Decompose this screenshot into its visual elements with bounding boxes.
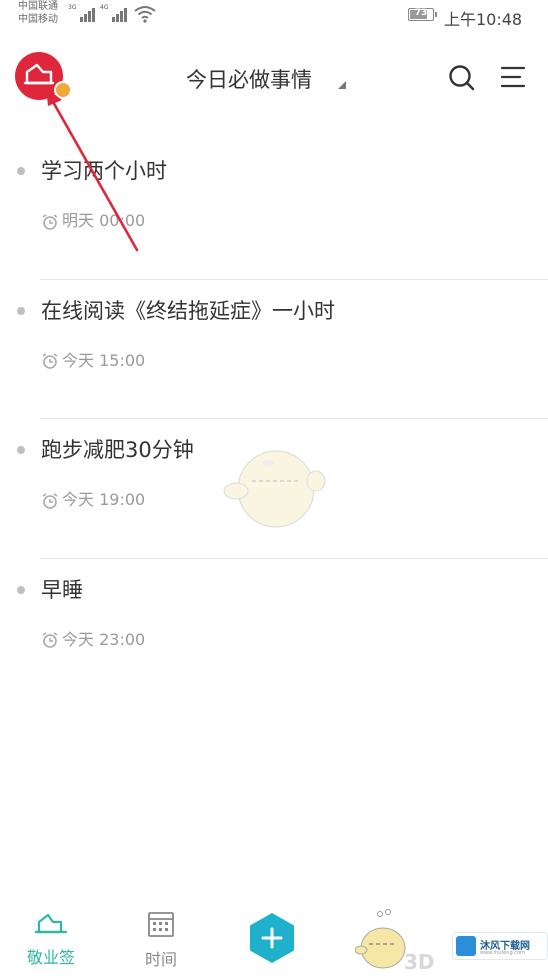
- task-item[interactable]: 在线阅读《终结拖延症》一小时 今天 15:00: [0, 280, 548, 419]
- task-time: 今天 23:00: [62, 629, 146, 649]
- calendar-icon: [148, 912, 174, 937]
- watermark-sub: www.mufeng.com: [480, 950, 525, 956]
- task-reminder: 今天 15:00: [41, 347, 145, 371]
- tab-time-label: 时间: [144, 950, 177, 969]
- task-title: 跑步减肥30分钟: [41, 438, 194, 462]
- tab-time[interactable]: 时间: [128, 910, 194, 970]
- add-button[interactable]: [246, 912, 298, 964]
- task-bullet: [17, 585, 25, 594]
- site-watermark: 沐风下载网 www.mufeng.com: [452, 932, 548, 960]
- annotation-arrow: [46, 88, 139, 252]
- task-time: 今天 15:00: [62, 350, 146, 370]
- alarm-icon: [42, 492, 58, 509]
- task-title: 早睡: [41, 577, 83, 602]
- tab-home-label: 敬业签: [26, 948, 75, 967]
- task-bullet: [17, 306, 25, 315]
- cloud-logo-icon: [34, 913, 68, 934]
- task-reminder: 今天 19:00: [41, 486, 145, 510]
- watermark-logo-icon: [456, 936, 476, 956]
- task-item[interactable]: 早睡 今天 23:00: [0, 559, 548, 699]
- mascot-watermark-icon: [223, 450, 326, 528]
- watermark-3d: 3D: [404, 950, 435, 974]
- task-reminder: 今天 23:00: [41, 626, 145, 650]
- tab-home[interactable]: 敬业签: [18, 910, 84, 968]
- alarm-icon: [42, 353, 58, 369]
- alarm-icon: [42, 632, 58, 648]
- task-bullet: [17, 446, 25, 454]
- task-time: 今天 19:00: [62, 490, 146, 509]
